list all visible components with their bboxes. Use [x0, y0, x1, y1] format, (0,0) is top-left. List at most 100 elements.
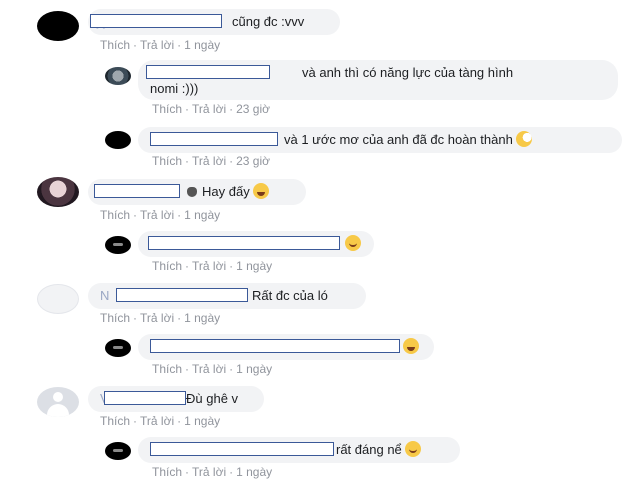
separator: ·	[185, 259, 190, 273]
reply-text: và anh thì có năng lực của tàng hình	[302, 65, 514, 80]
reply-text-line2: nomi :)))	[150, 81, 199, 96]
reply-text-content: rất đáng nể	[336, 442, 402, 457]
reply-text: rất đáng nể	[336, 441, 421, 459]
redacted-name	[146, 65, 270, 79]
like-link[interactable]: Thích	[152, 259, 182, 273]
replier-avatar[interactable]	[105, 131, 131, 149]
replier-avatar[interactable]	[105, 442, 131, 460]
comment-bubble: h Hay đấy	[88, 179, 306, 205]
commenter-avatar[interactable]	[37, 284, 79, 314]
reply-time[interactable]: 1 ngày	[236, 259, 272, 273]
reply-time[interactable]: 1 ngày	[236, 465, 272, 479]
reply-text-content: và 1 ước mơ của anh đã đc hoàn thành	[284, 132, 513, 147]
reply-link[interactable]: Trả lời	[192, 259, 226, 273]
redacted-name	[150, 132, 278, 146]
reply-bubble	[138, 334, 434, 360]
comment-text: Đù ghê v	[186, 391, 239, 406]
comment-bubble: N Rất đc của ló	[88, 283, 366, 309]
comment-bubble: V Đù ghê v	[88, 386, 264, 412]
reply-time[interactable]: 23 giờ	[236, 154, 270, 168]
separator: ·	[133, 311, 138, 325]
reply-time[interactable]: 1 ngày	[236, 362, 272, 376]
reply-actions: Thích · Trả lời · 23 giờ	[152, 102, 270, 116]
comment-text: Hay đấy	[182, 183, 269, 201]
separator: ·	[177, 38, 182, 52]
reply-bubble	[138, 231, 374, 257]
reply-text: và 1 ước mơ của anh đã đc hoàn thành	[284, 131, 532, 149]
like-link[interactable]: Thích	[152, 154, 182, 168]
wave-icon	[185, 184, 199, 198]
reply-link[interactable]: Trả lời	[140, 208, 174, 222]
reply-actions: Thích · Trả lời · 1 ngày	[152, 465, 272, 479]
reply-link[interactable]: Trả lời	[140, 414, 174, 428]
redacted-name	[150, 442, 334, 456]
comment-time[interactable]: 1 ngày	[184, 38, 220, 52]
comment-text: Rất đc của ló	[252, 288, 328, 303]
smile-icon	[345, 235, 361, 251]
reply-bubble: và anh thì có năng lực của tàng hình nom…	[138, 60, 618, 100]
redacted-name	[148, 236, 340, 250]
like-link[interactable]: Thích	[100, 38, 130, 52]
separator: ·	[185, 154, 190, 168]
commenter-avatar[interactable]	[37, 177, 79, 207]
reply-link[interactable]: Trả lời	[192, 102, 226, 116]
comment-actions: Thích · Trả lời · 1 ngày	[100, 414, 220, 428]
reply-actions: Thích · Trả lời · 1 ngày	[152, 259, 272, 273]
comment-actions: Thích · Trả lời · 1 ngày	[100, 311, 220, 325]
redacted-name	[94, 184, 180, 198]
separator: ·	[133, 208, 138, 222]
reply-link[interactable]: Trả lời	[140, 311, 174, 325]
reply-time[interactable]: 23 giờ	[236, 102, 270, 116]
comment-bubble: yy cũng đc :vvv	[88, 9, 340, 35]
reply-text	[400, 338, 419, 356]
separator: ·	[185, 102, 190, 116]
separator: ·	[185, 362, 190, 376]
separator: ·	[229, 362, 234, 376]
rofl-icon	[252, 183, 269, 199]
reply-link[interactable]: Trả lời	[192, 154, 226, 168]
redacted-name	[150, 339, 400, 353]
separator: ·	[185, 465, 190, 479]
comment-text: cũng đc :vvv	[232, 14, 305, 29]
replier-avatar[interactable]	[105, 339, 131, 357]
separator: ·	[229, 259, 234, 273]
reply-actions: Thích · Trả lời · 23 giờ	[152, 154, 270, 168]
smile-icon	[404, 441, 421, 457]
separator: ·	[229, 154, 234, 168]
separator: ·	[133, 414, 138, 428]
comment-time[interactable]: 1 ngày	[184, 208, 220, 222]
commenter-avatar[interactable]	[37, 387, 79, 417]
replier-avatar[interactable]	[105, 236, 131, 254]
like-link[interactable]: Thích	[100, 208, 130, 222]
like-link[interactable]: Thích	[100, 414, 130, 428]
comment-actions: Thích · Trả lời · 1 ngày	[100, 38, 220, 52]
commenter-avatar[interactable]	[37, 11, 79, 41]
like-link[interactable]: Thích	[152, 102, 182, 116]
reply-text	[342, 235, 361, 253]
separator: ·	[177, 311, 182, 325]
reply-link[interactable]: Trả lời	[192, 465, 226, 479]
reply-link[interactable]: Trả lời	[140, 38, 174, 52]
separator: ·	[177, 414, 182, 428]
moon-face-icon	[515, 131, 532, 147]
commenter-name[interactable]: N	[100, 287, 109, 305]
comment-time[interactable]: 1 ngày	[184, 414, 220, 428]
rofl-icon	[403, 338, 419, 354]
comment-time[interactable]: 1 ngày	[184, 311, 220, 325]
like-link[interactable]: Thích	[152, 362, 182, 376]
reply-actions: Thích · Trả lời · 1 ngày	[152, 362, 272, 376]
reply-bubble: và 1 ước mơ của anh đã đc hoàn thành	[138, 127, 622, 153]
separator: ·	[133, 38, 138, 52]
separator: ·	[229, 102, 234, 116]
like-link[interactable]: Thích	[152, 465, 182, 479]
redacted-name	[90, 14, 222, 28]
comment-actions: Thích · Trả lời · 1 ngày	[100, 208, 220, 222]
separator: ·	[229, 465, 234, 479]
redacted-name	[116, 288, 248, 302]
redacted-name	[104, 391, 186, 405]
reply-link[interactable]: Trả lời	[192, 362, 226, 376]
comment-text-content: Hay đấy	[202, 184, 250, 199]
separator: ·	[177, 208, 182, 222]
replier-avatar[interactable]	[105, 67, 131, 85]
like-link[interactable]: Thích	[100, 311, 130, 325]
